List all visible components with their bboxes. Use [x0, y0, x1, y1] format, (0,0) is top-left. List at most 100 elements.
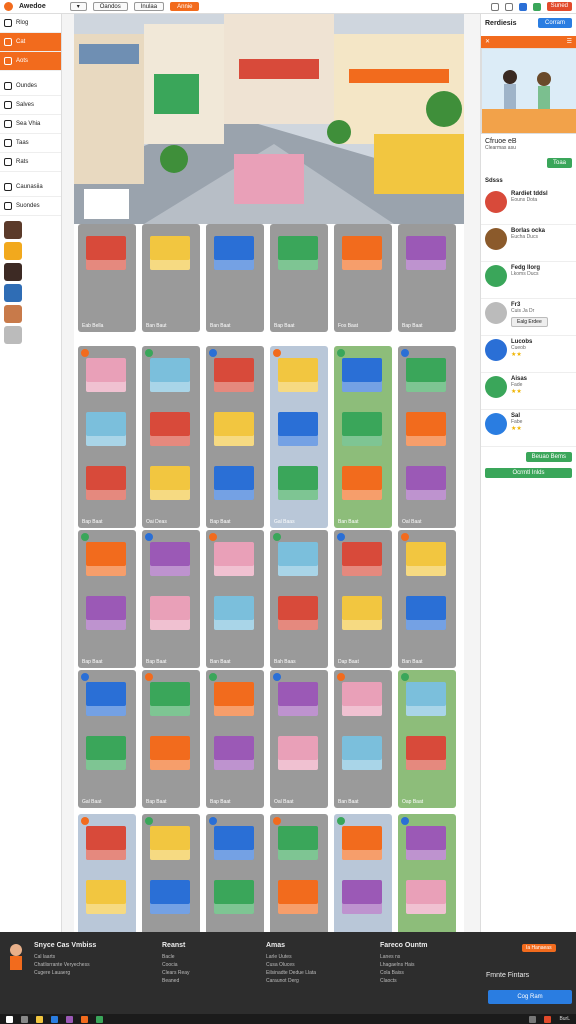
- status-badge[interactable]: Suned: [546, 2, 572, 11]
- shop-tile[interactable]: Dap Baat: [334, 530, 392, 668]
- sidebar-item-seavhia[interactable]: Sea Vhia: [0, 115, 61, 134]
- browser-icon[interactable]: [51, 1015, 58, 1023]
- footer-link[interactable]: Caraunot Derg: [266, 977, 316, 985]
- shop-tile[interactable]: Ban Baat: [206, 530, 264, 668]
- footer-cta-button[interactable]: Cog Ram: [488, 990, 572, 1004]
- avatar[interactable]: [4, 326, 22, 344]
- shop-tile[interactable]: Bap Baat: [270, 224, 328, 332]
- footer-link[interactable]: Cusa Oluces: [266, 961, 316, 969]
- pencil-icon: [4, 158, 12, 166]
- folder-icon[interactable]: [36, 1015, 43, 1023]
- sidebar-item-salves[interactable]: Salves: [0, 96, 61, 115]
- feed-action-button[interactable]: Ealg Erdee: [511, 317, 548, 327]
- footer-badge[interactable]: Ia Hanaeas: [522, 944, 556, 952]
- app-icon[interactable]: [81, 1015, 88, 1023]
- sidebar-item-suondes[interactable]: Suondes: [0, 197, 61, 216]
- feed-item[interactable]: Lucobs Cueob ★★: [481, 336, 576, 373]
- shop-tile[interactable]: [206, 814, 264, 936]
- app-icon[interactable]: [96, 1015, 103, 1023]
- wifi-icon[interactable]: [529, 1015, 537, 1023]
- shop-tile[interactable]: Bap Baat: [142, 670, 200, 808]
- feed-item[interactable]: Sal Fabe ★★: [481, 410, 576, 447]
- shop-tile[interactable]: Bap Baat: [78, 346, 136, 528]
- shop-tile[interactable]: [334, 814, 392, 936]
- footer-link[interactable]: Cugere Lauaerg: [34, 969, 96, 977]
- promo-button[interactable]: Toaa: [546, 158, 572, 168]
- footer-link[interactable]: Claocts: [380, 977, 427, 985]
- shop-tile[interactable]: Oal Baat: [398, 346, 456, 528]
- all-items-button[interactable]: Ocrmtl Inlds: [485, 468, 572, 478]
- shop-tile[interactable]: [270, 814, 328, 936]
- shop-tile[interactable]: Oap Baat: [398, 670, 456, 808]
- feed-more-button[interactable]: Beuao Bems: [525, 452, 572, 462]
- footer-link[interactable]: Beaned: [162, 977, 190, 985]
- sidebar-item-aots[interactable]: Aots: [0, 52, 61, 71]
- shop-tile[interactable]: Fos Baat: [334, 224, 392, 332]
- shop-tile[interactable]: Bah Baas: [270, 530, 328, 668]
- shop-tile[interactable]: [142, 814, 200, 936]
- bell-icon[interactable]: [504, 2, 513, 11]
- window-icon[interactable]: [490, 2, 499, 11]
- sidebar-item-caunasiia[interactable]: Caunasiia: [0, 178, 61, 197]
- sidebar-item-rlog[interactable]: Rlog: [0, 14, 61, 33]
- shop-tile[interactable]: Gal Baas: [270, 346, 328, 528]
- shop-tile[interactable]: Ban Baat: [398, 530, 456, 668]
- footer-link[interactable]: Lhagaelns Hais: [380, 961, 427, 969]
- avatar[interactable]: [4, 305, 22, 323]
- shop-tile[interactable]: Bap Baat: [206, 346, 264, 528]
- avatar[interactable]: [4, 242, 22, 260]
- footer-link[interactable]: Chatlisrrante Veryechess: [34, 961, 96, 969]
- shop-tile[interactable]: Eab Bella: [78, 224, 136, 332]
- footer-link[interactable]: Clears Reay: [162, 969, 190, 977]
- shop-tile[interactable]: Bap Baat: [206, 670, 264, 808]
- start-icon[interactable]: [6, 1015, 13, 1023]
- tile-label: Oal Baat: [402, 519, 422, 525]
- shop-tile[interactable]: Oai Deas: [142, 346, 200, 528]
- avatar[interactable]: [4, 263, 22, 281]
- tab-inulaa[interactable]: Inulaa: [133, 2, 165, 11]
- feed-item[interactable]: Rardiet tddsl Eouns Dota: [481, 188, 576, 225]
- avatar[interactable]: [4, 284, 22, 302]
- notification-icon[interactable]: [544, 1015, 552, 1023]
- feed-item[interactable]: Fr3 Cuis Ja Dr Ealg Erdee: [481, 299, 576, 336]
- footer-link[interactable]: Eilsinadte Dedue Llata: [266, 969, 316, 977]
- app-icon[interactable]: [66, 1015, 73, 1023]
- app-logo-icon[interactable]: [4, 2, 13, 11]
- shop-tile[interactable]: Bap Baat: [78, 530, 136, 668]
- footer-link[interactable]: Cola Baiss: [380, 969, 427, 977]
- feed-item[interactable]: Fedg Ilorg Lkoms Ducs: [481, 262, 576, 299]
- footer-link[interactable]: Coocia: [162, 961, 190, 969]
- shop-building-icon: [86, 236, 126, 270]
- menu-icon[interactable]: ☰: [567, 38, 572, 46]
- footer-link[interactable]: Bacle: [162, 953, 190, 961]
- feed-item[interactable]: Aisas Fade ★★: [481, 373, 576, 410]
- sidebar-item-oundes[interactable]: Oundes: [0, 77, 61, 96]
- footer-link[interactable]: Larle Uutes: [266, 953, 316, 961]
- tab-oandos[interactable]: Oandos: [92, 2, 128, 11]
- tab-annie[interactable]: Annie: [170, 2, 200, 11]
- shop-tile[interactable]: Bap Baat: [398, 224, 456, 332]
- sidebar-item-rats[interactable]: Rats: [0, 153, 61, 172]
- tab-dropdown[interactable]: ▾: [69, 2, 87, 11]
- profile-icon[interactable]: [518, 2, 527, 11]
- close-icon[interactable]: ✕: [485, 38, 490, 46]
- search-icon[interactable]: [21, 1015, 28, 1023]
- shop-tile[interactable]: Gal Baat: [78, 670, 136, 808]
- footer-link[interactable]: Cal laarts: [34, 953, 96, 961]
- shop-tile[interactable]: Oal Baat: [270, 670, 328, 808]
- shop-tile[interactable]: [398, 814, 456, 936]
- feed-item[interactable]: Borlas ocka Eucha Ducs: [481, 225, 576, 262]
- shop-tile[interactable]: [78, 814, 136, 936]
- shop-tile[interactable]: Ban Baat: [206, 224, 264, 332]
- chat-icon[interactable]: [532, 2, 541, 11]
- shop-tile[interactable]: Ban Baut: [142, 224, 200, 332]
- shop-tile[interactable]: Ban Baat: [334, 346, 392, 528]
- footer-link[interactable]: Lanes ns: [380, 953, 427, 961]
- shop-tile[interactable]: Ban Baat: [334, 670, 392, 808]
- shop-tile[interactable]: Bap Baat: [142, 530, 200, 668]
- tile-badge: [273, 673, 281, 681]
- panel-action-button[interactable]: Corram: [537, 18, 572, 28]
- sidebar-item-taas[interactable]: Taas: [0, 134, 61, 153]
- sidebar-item-cat[interactable]: Cat: [0, 33, 61, 52]
- avatar[interactable]: [4, 221, 22, 239]
